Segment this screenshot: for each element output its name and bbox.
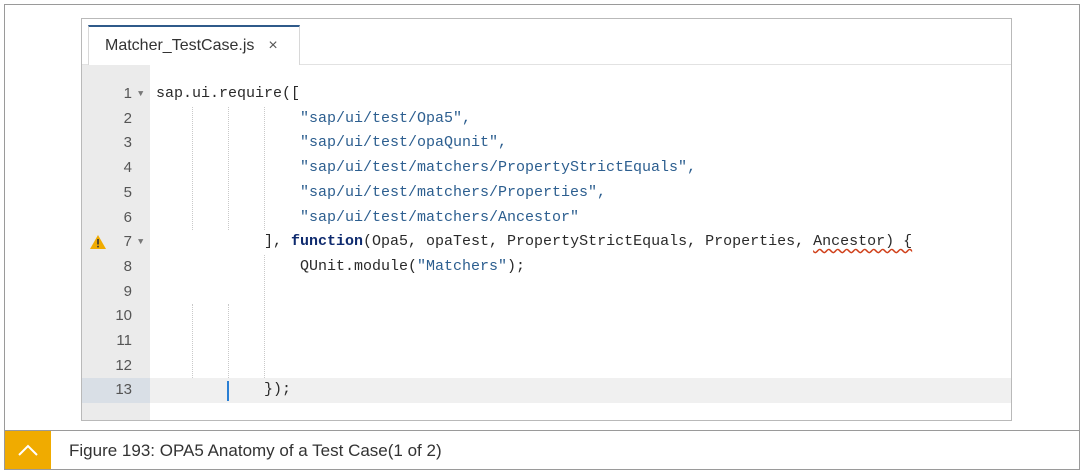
code-line-10: 10 xyxy=(82,304,1011,329)
code-text: sap.ui.require([ xyxy=(156,85,301,102)
line-number: 5 xyxy=(123,183,132,201)
text-cursor xyxy=(227,381,229,401)
fold-arrow-icon[interactable]: ▼ xyxy=(138,82,143,107)
code-line-11: 11 xyxy=(82,329,1011,354)
figure-frame: Matcher_TestCase.js × 1 ▼ sap.ui.require(… xyxy=(4,4,1080,470)
fold-arrow-icon[interactable]: ▼ xyxy=(138,230,143,255)
code-editor: Matcher_TestCase.js × 1 ▼ sap.ui.require(… xyxy=(81,18,1012,421)
code-text: "sap/ui/test/matchers/PropertyStrictEqua… xyxy=(300,159,697,177)
line-number: 13 xyxy=(115,381,132,399)
line-number: 10 xyxy=(115,307,132,325)
line-number: 8 xyxy=(123,257,132,275)
code-text: QUnit.module("Matchers"); xyxy=(300,257,526,275)
indent-guide xyxy=(264,255,265,378)
line-number: 3 xyxy=(123,134,132,152)
figure-caption: Figure 193: OPA5 Anatomy of a Test Case(… xyxy=(69,441,442,460)
code-line-6: 6 "sap/ui/test/matchers/Ancestor" xyxy=(82,206,1011,231)
indent-guide xyxy=(192,304,193,378)
figure-caption-bar: Figure 193: OPA5 Anatomy of a Test Case(… xyxy=(5,430,1079,469)
code-line-1: 1 ▼ sap.ui.require([ xyxy=(82,82,1011,107)
collapse-button[interactable] xyxy=(5,431,51,469)
code-text: "sap/ui/test/matchers/Properties", xyxy=(300,183,607,201)
lint-error-marker: Ancestor) { xyxy=(813,233,913,251)
code-text: "sap/ui/test/opaQunit", xyxy=(300,134,508,152)
code-line-4: 4 "sap/ui/test/matchers/PropertyStrictEq… xyxy=(82,156,1011,181)
line-number: 12 xyxy=(115,356,132,374)
indent-guide xyxy=(192,107,193,230)
line-number: 11 xyxy=(116,332,132,349)
indent-guide xyxy=(264,107,265,230)
warning-icon[interactable] xyxy=(90,235,106,250)
line-number: 6 xyxy=(123,208,132,226)
code-line-7: 7 ▼ ], function(Opa5, opaTest, PropertySt… xyxy=(82,230,1011,255)
editor-tab-bar: Matcher_TestCase.js × xyxy=(82,19,1011,65)
code-text: }); xyxy=(264,381,292,399)
code-area[interactable]: 1 ▼ sap.ui.require([ 2 "sap/ui/test/Opa5"… xyxy=(82,65,1011,420)
code-line-12: 12 xyxy=(82,354,1011,379)
indent-guide xyxy=(228,107,229,230)
code-text: "sap/ui/test/matchers/Ancestor" xyxy=(300,208,580,226)
line-number: 4 xyxy=(123,159,132,177)
code-text: "sap/ui/test/Opa5", xyxy=(300,109,472,127)
line-number: 1 xyxy=(123,85,132,102)
line-number: 9 xyxy=(123,282,132,300)
code-line-9: 9 xyxy=(82,280,1011,305)
tab-matcher-testcase[interactable]: Matcher_TestCase.js × xyxy=(88,25,300,65)
code-line-13: 13 }); xyxy=(82,378,1011,404)
indent-guide xyxy=(228,304,229,378)
code-line-3: 3 "sap/ui/test/opaQunit", xyxy=(82,131,1011,156)
code-text: ], function(Opa5, opaTest, PropertyStric… xyxy=(264,233,913,251)
close-icon[interactable]: × xyxy=(268,37,277,55)
line-number: 2 xyxy=(123,109,132,127)
code-line-5: 5 "sap/ui/test/matchers/Properties", xyxy=(82,181,1011,206)
line-number: 7 xyxy=(123,233,132,251)
tab-label: Matcher_TestCase.js xyxy=(105,37,255,54)
code-line-2: 2 "sap/ui/test/Opa5", xyxy=(82,107,1011,132)
code-line-8: 8 QUnit.module("Matchers"); xyxy=(82,255,1011,280)
chevron-up-icon xyxy=(18,444,38,456)
